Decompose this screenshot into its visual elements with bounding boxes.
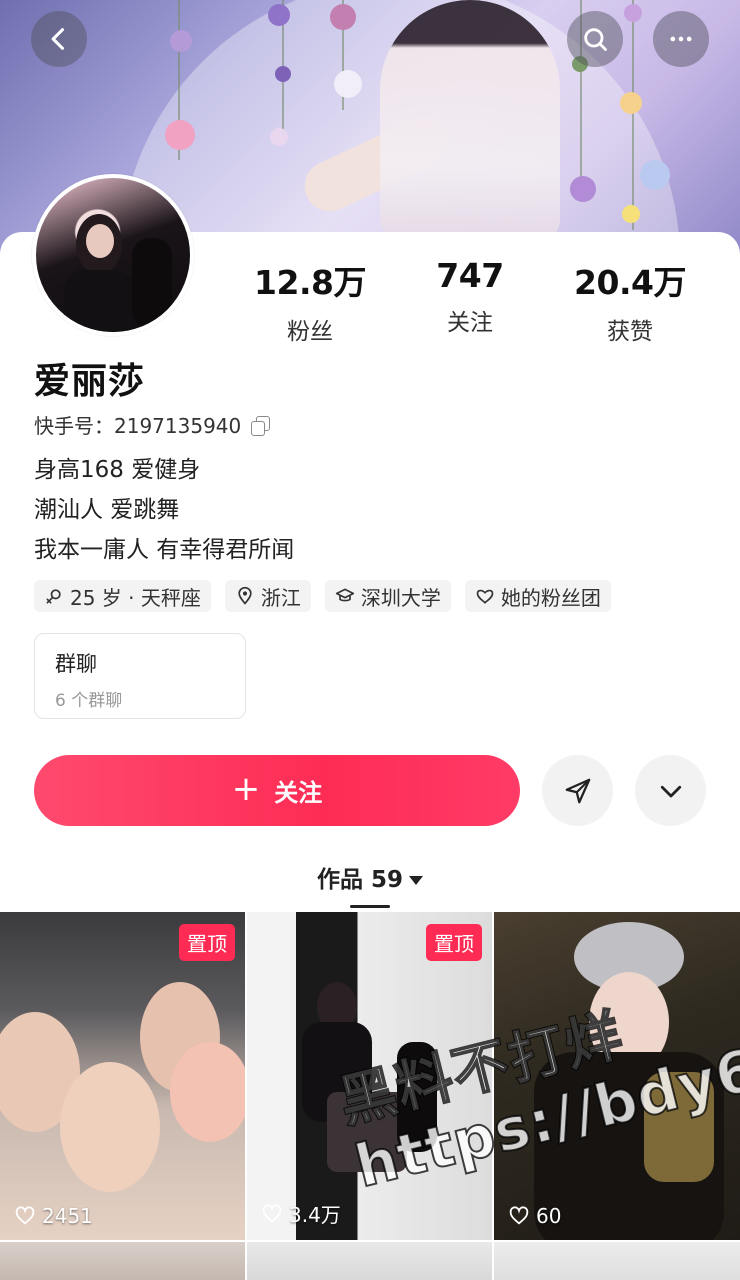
flower [275,66,291,82]
chevron-left-icon [51,28,65,50]
likes-count: 3.4万 [289,1203,341,1227]
tab-works[interactable]: 作品 59 [0,860,740,894]
search-button[interactable] [567,11,623,67]
group-chat-card[interactable]: 群聊 6 个群聊 [34,633,246,719]
video-thumbnail[interactable] [0,1242,245,1280]
avatar-body [64,270,134,332]
profile-stats: 12.8万 粉丝 747 关注 20.4万 获赞 [230,256,710,346]
flower [165,120,195,150]
flower [620,92,642,114]
video-thumbnail[interactable] [247,1242,492,1280]
video-thumbnail[interactable] [494,1242,740,1280]
plus-icon: + [231,769,261,809]
flower [330,4,356,30]
send-icon [565,778,590,803]
caret-down-icon [409,876,423,885]
kuaishou-id-row[interactable]: 快手号：2197135940 [34,410,271,439]
stat-label: 粉丝 [287,319,333,345]
stat-value: 12.8万 [254,263,366,302]
thumb-shape [60,1062,160,1192]
video-likes: 3.4万 [261,1199,341,1228]
tag-school[interactable]: 深圳大学 [324,580,451,612]
profile-tags: 25 岁 · 天秤座 浙江 深圳大学 她的粉丝团 [34,580,611,612]
stat-following[interactable]: 747 关注 [390,256,550,346]
flower [640,160,670,190]
kuaishou-id-label: 快手号：2197135940 [34,410,241,439]
bio-line: 我本一庸人 有幸得君所闻 [34,537,295,563]
flower [622,205,640,223]
flower [624,4,642,22]
stat-likes[interactable]: 20.4万 获赞 [550,256,710,346]
id-value-text: 2197135940 [114,414,242,438]
profile-name: 爱丽莎 [34,361,146,402]
tag-label: 25 岁 · 天秤座 [70,585,201,610]
search-icon [584,28,607,51]
heart-icon [15,1206,35,1225]
video-likes: 2451 [14,1204,93,1228]
tab-works-label: 作品 59 [316,867,403,893]
bio-line: 潮汕人 爱跳舞 [34,497,180,523]
graduation-cap-icon [335,588,355,602]
tag-label: 深圳大学 [360,585,441,610]
more-button[interactable] [653,11,709,67]
stat-label: 获赞 [607,319,653,345]
gender-female-icon [46,589,61,604]
id-label-text: 快手号： [34,414,114,438]
stat-label: 关注 [447,310,493,336]
likes-count: 60 [536,1204,562,1228]
profile-bio: 身高168 爱健身 潮汕人 爱跳舞 我本一庸人 有幸得君所闻 [34,450,294,570]
avatar-face [86,224,114,258]
stat-value: 747 [436,256,504,295]
banner-figure [380,0,560,240]
pinned-badge: 置顶 [426,924,482,961]
more-dots-icon [670,36,692,42]
tag-fan-group[interactable]: 她的粉丝团 [464,580,611,612]
flower [268,4,290,26]
avatar-dog [132,238,172,328]
thumb-shape [170,1042,245,1142]
back-button[interactable] [31,11,87,67]
group-chat-title: 群聊 [55,652,97,676]
follow-label: 关注 [274,779,323,807]
location-pin-icon [238,586,252,605]
likes-count: 2451 [42,1204,93,1228]
tab-underline [350,905,390,908]
heart-icon [509,1206,529,1225]
video-likes: 60 [508,1204,561,1228]
tag-label: 她的粉丝团 [500,585,601,610]
stat-fans[interactable]: 12.8万 粉丝 [230,256,390,346]
chevron-down-icon [660,785,681,797]
tag-age[interactable]: 25 岁 · 天秤座 [34,580,211,612]
tag-location[interactable]: 浙江 [224,580,311,612]
flower [270,128,288,146]
send-message-button[interactable] [542,755,613,826]
tag-label: 浙江 [260,585,301,610]
flower [334,70,362,98]
stat-value: 20.4万 [574,263,686,302]
flower [170,30,192,52]
avatar[interactable] [32,174,194,336]
group-chat-subtitle: 6 个群聊 [55,691,123,711]
fan-group-icon [476,589,494,604]
video-thumbnail[interactable]: 置顶 2451 [0,912,245,1240]
bio-line: 身高168 爱健身 [34,457,201,483]
follow-button[interactable]: + 关注 [34,755,520,826]
more-actions-button[interactable] [635,755,706,826]
flower [570,176,596,202]
flower-stem [632,0,634,230]
copy-icon[interactable] [251,415,271,436]
pinned-badge: 置顶 [179,924,235,961]
heart-icon [262,1203,282,1223]
